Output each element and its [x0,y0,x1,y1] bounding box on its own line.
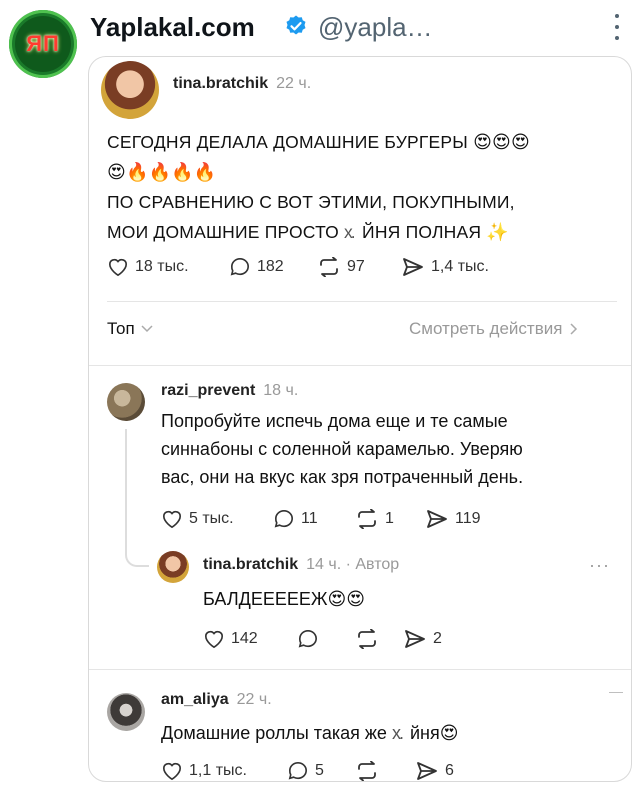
account-handle[interactable]: @yapla… [318,12,433,43]
divider [107,301,617,302]
yaplakal-logo: ЯП [15,16,71,72]
like-button[interactable]: 142 [203,629,258,649]
reply-button[interactable]: 11 [273,509,318,529]
like-count: 18 тыс. [135,258,189,275]
thread-connector [125,547,149,567]
speech-bubble-icon [274,509,293,528]
comment-line: Попробуйте испечь дома еще и те самые [161,411,508,431]
repost-count: 97 [347,258,365,275]
like-count: 142 [231,630,258,647]
heart-eyes-emoji: 😍 [439,723,459,743]
fire-emoji: 😍🔥🔥🔥🔥 [107,162,217,182]
like-button[interactable]: 5 тыс. [161,509,234,529]
heart-icon [108,258,128,277]
account-name[interactable]: Yaplakal.com [90,12,255,43]
divider [89,669,631,670]
comment-text: Домашние роллы такая же х. йня😍 [161,719,458,747]
repost-button[interactable] [355,761,385,781]
repost-button[interactable]: 97 [317,257,365,277]
reply-text-content: БАЛДЕЕЕЕЕЖ [203,589,328,609]
divider [89,365,631,366]
share-count: 2 [433,630,442,647]
share-button[interactable]: 2 [403,629,442,649]
reply-button[interactable] [297,629,325,649]
censored-word: х. [344,222,356,242]
speech-bubble-icon [288,761,307,780]
commenter-avatar[interactable] [107,383,145,421]
post-line4-a: МОИ ДОМАШНИЕ ПРОСТО [107,222,339,242]
reply-text: БАЛДЕЕЕЕЕЖ😍😍 [203,585,365,613]
chevron-right-icon [570,323,578,335]
sort-dropdown[interactable]: Топ [107,319,153,339]
comment-text-a: Домашние роллы такая же [161,723,387,743]
share-button[interactable]: 119 [425,509,481,529]
comment-author[interactable]: am_aliya [161,691,229,709]
heart-icon [204,630,224,649]
like-count: 1,1 тыс. [189,762,247,779]
like-button[interactable]: 1,1 тыс. [161,761,247,781]
repost-icon [358,761,376,781]
comment-time: 18 ч. [263,382,299,399]
post-line3: ПО СРАВНЕНИЮ С ВОТ ЭТИМИ, ПОКУПНЫМИ, [107,192,515,212]
post-author[interactable]: tina.bratchik [173,75,268,93]
comment-time: 22 ч. [236,691,272,708]
verified-badge-icon [286,15,306,35]
comment-line: вас, они на вкус как зря потраченный ден… [161,467,524,487]
heart-icon [162,762,182,781]
like-count: 5 тыс. [189,510,234,527]
post-text: СЕГОДНЯ ДЕЛАЛА ДОМАШНИЕ БУРГЕРЫ 😍😍😍 😍🔥🔥🔥… [107,127,627,247]
send-icon [403,258,423,276]
repost-icon [320,257,338,277]
sparkles-emoji: ✨ [486,222,509,242]
reply-time: 14 ч. · Автор [306,556,400,573]
repost-button[interactable]: 1 [355,509,394,529]
censored-word: х. [391,723,404,743]
heart-icon [162,510,182,529]
more-icon[interactable] [612,14,622,40]
share-count: 1,4 тыс. [431,258,489,275]
send-icon [417,762,437,780]
repost-icon [358,629,376,649]
see-actions-label: Смотреть действия [409,319,563,338]
comment-text-b: йня [409,723,440,743]
send-icon [405,630,425,648]
comment-author[interactable]: razi_prevent [161,382,255,400]
reply-author[interactable]: tina.bratchik [203,556,298,574]
commenter-avatar[interactable] [107,693,145,731]
comment-text: Попробуйте испечь дома еще и те самые си… [161,407,621,491]
more-icon[interactable]: ··· [589,555,610,576]
post-line1: СЕГОДНЯ ДЕЛАЛА ДОМАШНИЕ БУРГЕРЫ [107,132,468,152]
more-icon[interactable]: — [609,683,623,699]
see-actions-link[interactable]: Смотреть действия [409,319,578,339]
sort-label: Топ [107,319,135,338]
repost-icon [358,509,376,529]
heart-eyes-emoji: 😍😍😍 [473,132,530,152]
share-count: 6 [445,762,454,779]
reply-count: 5 [315,762,324,779]
reply-count: 11 [301,510,318,527]
author-avatar[interactable] [157,551,189,583]
comment-line: синнабоны с соленной карамелью. Уверяю [161,439,523,459]
post-time: 22 ч. [276,75,312,92]
share-button[interactable]: 6 [415,761,454,781]
share-count: 119 [455,510,481,527]
author-avatar[interactable] [101,61,159,119]
reply-count: 182 [257,258,284,275]
share-button[interactable]: 1,4 тыс. [401,257,489,277]
like-button[interactable]: 18 тыс. [107,257,189,277]
heart-eyes-emoji: 😍😍 [327,589,366,609]
thread-line [125,429,127,549]
post-line4-b: ЙНЯ ПОЛНАЯ [362,222,482,242]
send-icon [427,510,447,528]
speech-bubble-icon [298,629,317,648]
repost-count: 1 [385,510,394,527]
yaplakal-avatar[interactable]: ЯП [9,10,77,78]
reply-button[interactable]: 182 [229,257,284,277]
repost-button[interactable] [355,629,385,649]
speech-bubble-icon [230,257,249,276]
embedded-post-card: tina.bratchik 22 ч. СЕГОДНЯ ДЕЛАЛА ДОМАШ… [88,56,632,782]
reply-button[interactable]: 5 [287,761,324,781]
chevron-down-icon [141,325,153,333]
